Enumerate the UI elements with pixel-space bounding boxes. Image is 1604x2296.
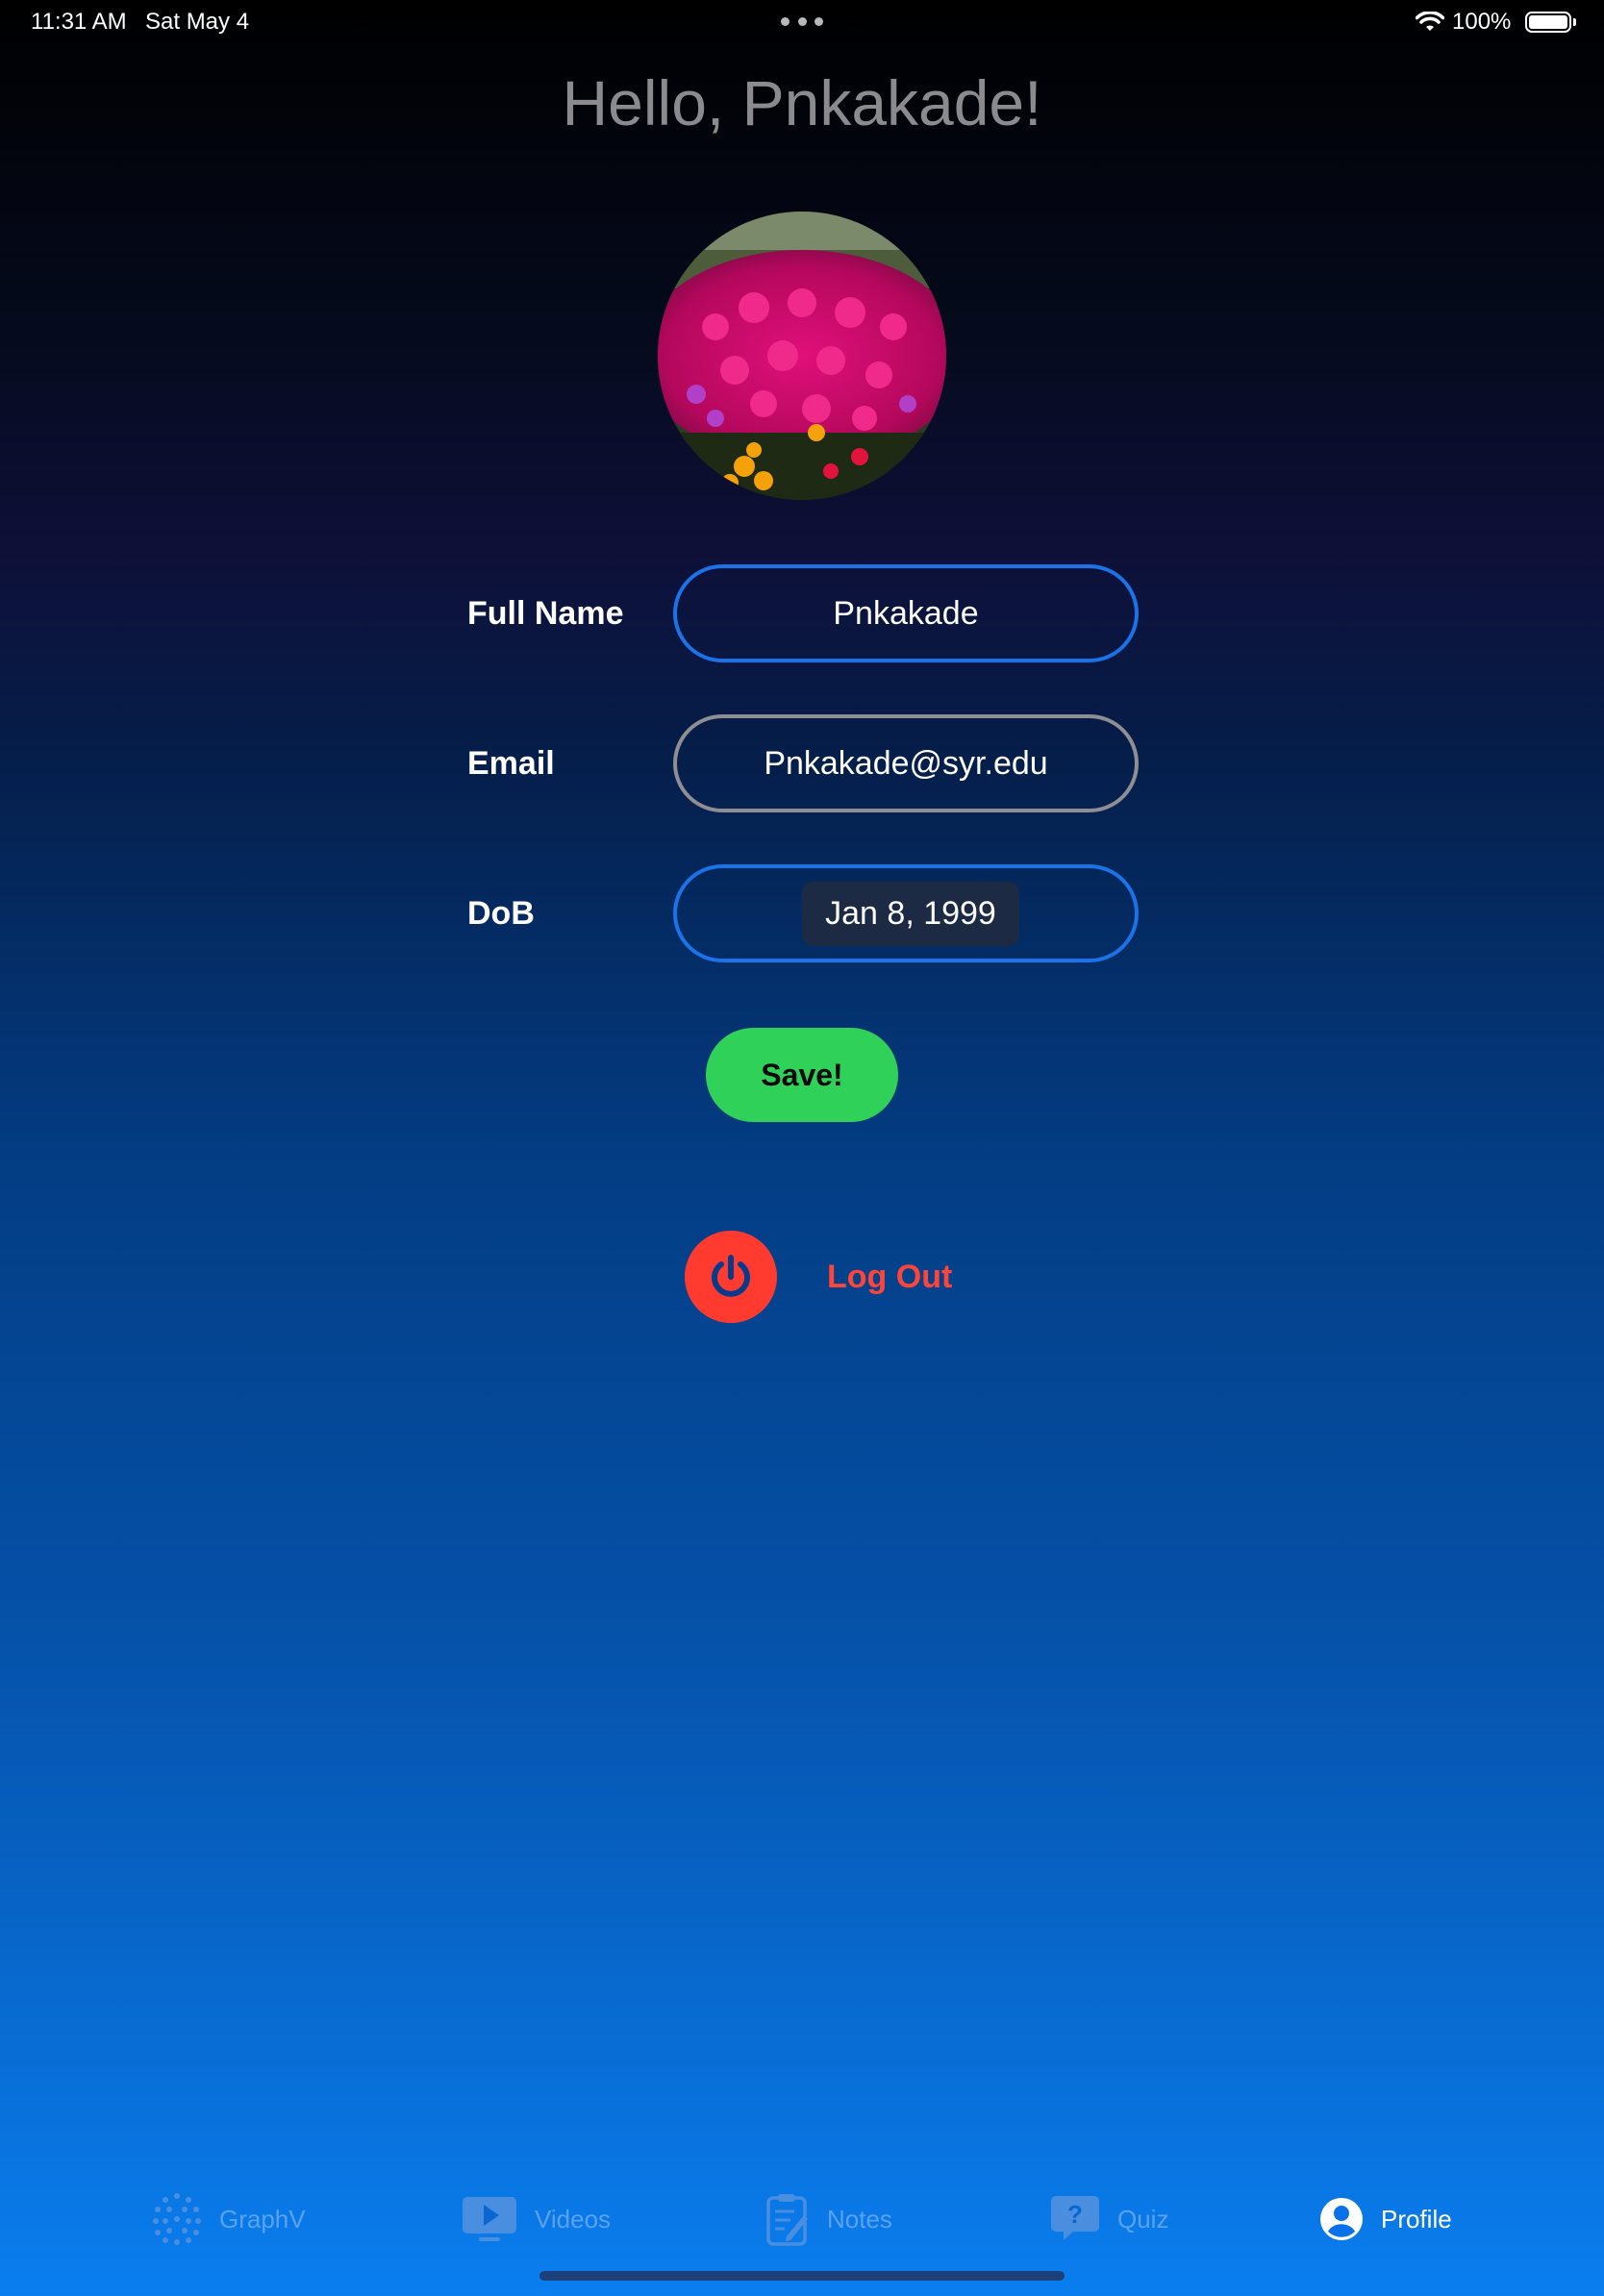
- tab-label-quiz: Quiz: [1117, 2204, 1169, 2234]
- full-name-field[interactable]: Pnkakade: [673, 564, 1139, 662]
- tab-label-graphv: GraphV: [219, 2204, 306, 2234]
- status-time: 11:31 AM: [31, 9, 127, 35]
- notes-clipboard-icon: [766, 2194, 808, 2246]
- battery-cap: [1573, 18, 1576, 26]
- wifi-icon: [1416, 12, 1444, 31]
- video-play-icon: [463, 2197, 516, 2241]
- tab-label-profile: Profile: [1381, 2204, 1452, 2234]
- tab-quiz[interactable]: ? Quiz: [1050, 2190, 1168, 2248]
- status-date: Sat May 4: [145, 9, 250, 35]
- save-button[interactable]: Save!: [706, 1028, 898, 1122]
- email-label: Email: [467, 745, 555, 782]
- graph-dots-icon: [153, 2193, 201, 2245]
- tab-videos[interactable]: Videos: [462, 2190, 611, 2248]
- profile-person-icon: [1320, 2198, 1363, 2240]
- home-indicator[interactable]: [539, 2271, 1065, 2281]
- full-name-value: Pnkakade: [833, 594, 979, 632]
- tab-profile[interactable]: Profile: [1319, 2190, 1452, 2248]
- svg-text:?: ?: [1067, 2200, 1083, 2229]
- quiz-question-icon: ?: [1051, 2196, 1099, 2240]
- page-title: Hello, Pnkakade!: [562, 67, 1042, 138]
- tab-label-notes: Notes: [827, 2204, 892, 2234]
- full-name-label: Full Name: [467, 595, 624, 632]
- avatar[interactable]: [658, 212, 946, 500]
- dob-date-picker[interactable]: Jan 8, 1999: [802, 881, 1019, 946]
- power-icon[interactable]: [685, 1231, 777, 1323]
- multitasking-dots-icon[interactable]: [781, 17, 823, 27]
- tab-graphv[interactable]: GraphV: [152, 2190, 306, 2248]
- email-value: Pnkakade@syr.edu: [764, 744, 1048, 782]
- email-field[interactable]: Pnkakade@syr.edu: [673, 714, 1139, 812]
- battery-icon: [1525, 12, 1571, 33]
- battery-percent: 100%: [1452, 9, 1512, 35]
- tab-label-videos: Videos: [535, 2204, 612, 2234]
- dob-field[interactable]: Jan 8, 1999: [673, 864, 1139, 962]
- dob-label: DoB: [467, 895, 535, 932]
- tab-notes[interactable]: Notes: [765, 2190, 892, 2248]
- logout-button[interactable]: Log Out: [827, 1256, 952, 1298]
